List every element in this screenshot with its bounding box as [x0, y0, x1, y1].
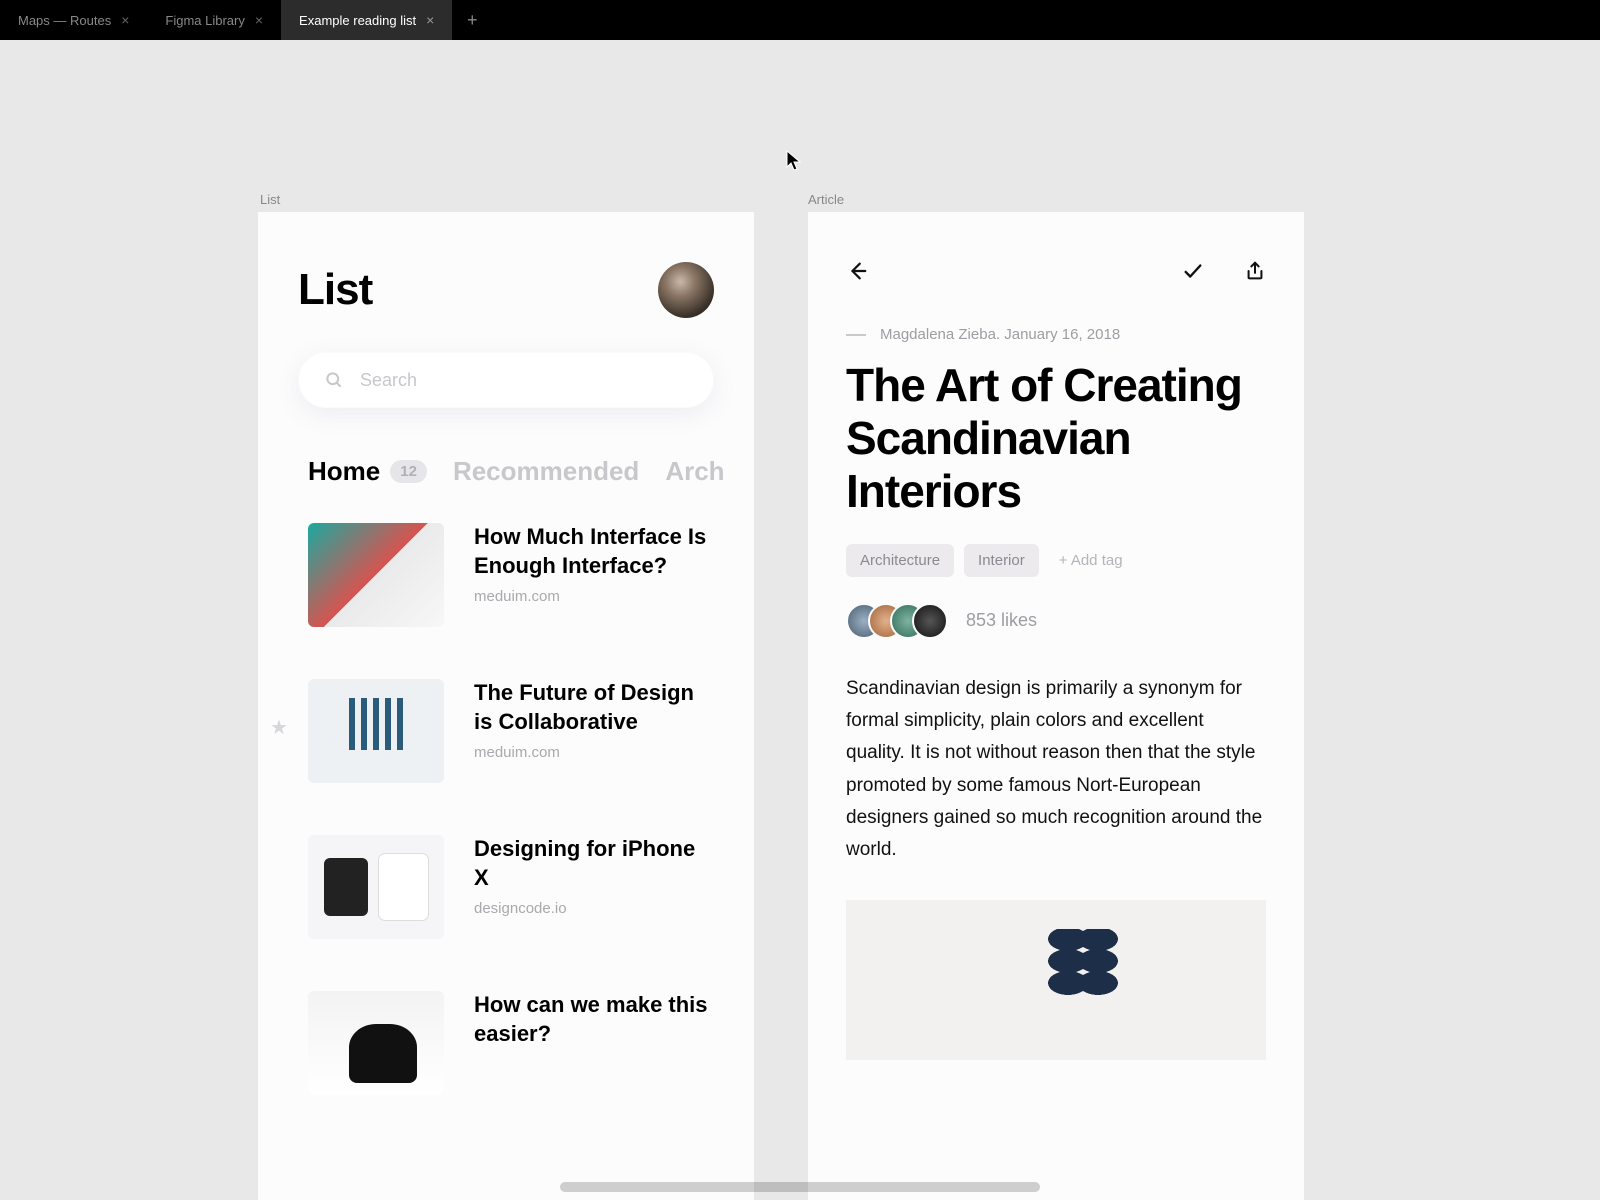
item-thumbnail	[308, 991, 444, 1095]
article-byline: Magdalena Zieba. January 16, 2018	[808, 282, 1304, 343]
filter-label: Arch	[665, 456, 724, 487]
avatar[interactable]	[658, 262, 714, 318]
search-box[interactable]	[298, 352, 714, 408]
tab-figma-library[interactable]: Figma Library ×	[147, 0, 281, 40]
search-container	[258, 318, 754, 408]
article-topbar	[808, 212, 1304, 282]
likes-row: 853 likes	[808, 577, 1304, 639]
tab-label: Example reading list	[299, 13, 416, 28]
tab-maps-routes[interactable]: Maps — Routes ×	[0, 0, 147, 40]
cursor-icon	[786, 150, 802, 172]
item-title: How Much Interface Is Enough Interface?	[474, 523, 714, 580]
article-list: How Much Interface Is Enough Interface? …	[258, 487, 754, 1095]
article-hero-image	[846, 900, 1266, 1060]
article-body: Scandinavian design is primarily a synon…	[808, 639, 1304, 867]
item-source: meduim.com	[474, 588, 714, 605]
tag-row: Architecture Interior + Add tag	[808, 518, 1304, 577]
filter-label: Home	[308, 456, 380, 487]
search-input[interactable]	[360, 370, 688, 391]
tab-label: Maps — Routes	[18, 13, 111, 28]
list-item[interactable]: How can we make this easier?	[308, 991, 714, 1095]
tab-example-reading-list[interactable]: Example reading list ×	[281, 0, 452, 40]
close-icon[interactable]: ×	[426, 13, 434, 27]
item-thumbnail	[308, 679, 444, 783]
filter-row: Home 12 Recommended Arch	[258, 408, 754, 487]
share-icon[interactable]	[1244, 260, 1266, 282]
page-title: List	[298, 265, 372, 315]
list-header: List	[258, 212, 754, 318]
frame-label-list[interactable]: List	[260, 192, 280, 207]
add-tag-button[interactable]: + Add tag	[1049, 544, 1133, 577]
tab-label: Figma Library	[165, 13, 244, 28]
star-icon[interactable]: ★	[270, 715, 288, 740]
close-icon[interactable]: ×	[121, 13, 129, 27]
item-title: The Future of Design is Collaborative	[474, 679, 714, 736]
avatar	[912, 603, 948, 639]
list-item[interactable]: ★ The Future of Design is Collaborative …	[308, 679, 714, 783]
list-item[interactable]: How Much Interface Is Enough Interface? …	[308, 523, 714, 627]
figma-canvas[interactable]: List Article List Home 12 Recommended	[0, 40, 1600, 1200]
tag-architecture[interactable]: Architecture	[846, 544, 954, 577]
search-icon	[324, 370, 344, 390]
tab-bar: Maps — Routes × Figma Library × Example …	[0, 0, 1600, 40]
tag-interior[interactable]: Interior	[964, 544, 1039, 577]
new-tab-button[interactable]: +	[452, 0, 492, 40]
horizontal-scrollbar[interactable]	[560, 1182, 1040, 1192]
article-title: The Art of Creating Scandinavian Interio…	[808, 343, 1304, 518]
back-icon[interactable]	[846, 260, 868, 282]
byline-dash-icon	[846, 334, 866, 336]
filter-home[interactable]: Home 12	[308, 456, 427, 487]
filter-badge: 12	[390, 460, 427, 483]
item-thumbnail	[308, 835, 444, 939]
avatar-stack[interactable]	[846, 603, 948, 639]
frame-list[interactable]: List Home 12 Recommended Arch	[258, 212, 754, 1200]
item-thumbnail	[308, 523, 444, 627]
checkmark-icon[interactable]	[1182, 260, 1204, 282]
filter-label: Recommended	[453, 456, 639, 487]
item-source: meduim.com	[474, 744, 714, 761]
byline-text: Magdalena Zieba. January 16, 2018	[880, 326, 1120, 343]
frame-label-article[interactable]: Article	[808, 192, 844, 207]
list-item[interactable]: Designing for iPhone X designcode.io	[308, 835, 714, 939]
item-title: How can we make this easier?	[474, 991, 714, 1048]
item-source: designcode.io	[474, 900, 714, 917]
item-title: Designing for iPhone X	[474, 835, 714, 892]
filter-archived[interactable]: Arch	[665, 456, 724, 487]
frame-article[interactable]: Magdalena Zieba. January 16, 2018 The Ar…	[808, 212, 1304, 1200]
close-icon[interactable]: ×	[255, 13, 263, 27]
likes-count: 853 likes	[966, 610, 1037, 631]
filter-recommended[interactable]: Recommended	[453, 456, 639, 487]
